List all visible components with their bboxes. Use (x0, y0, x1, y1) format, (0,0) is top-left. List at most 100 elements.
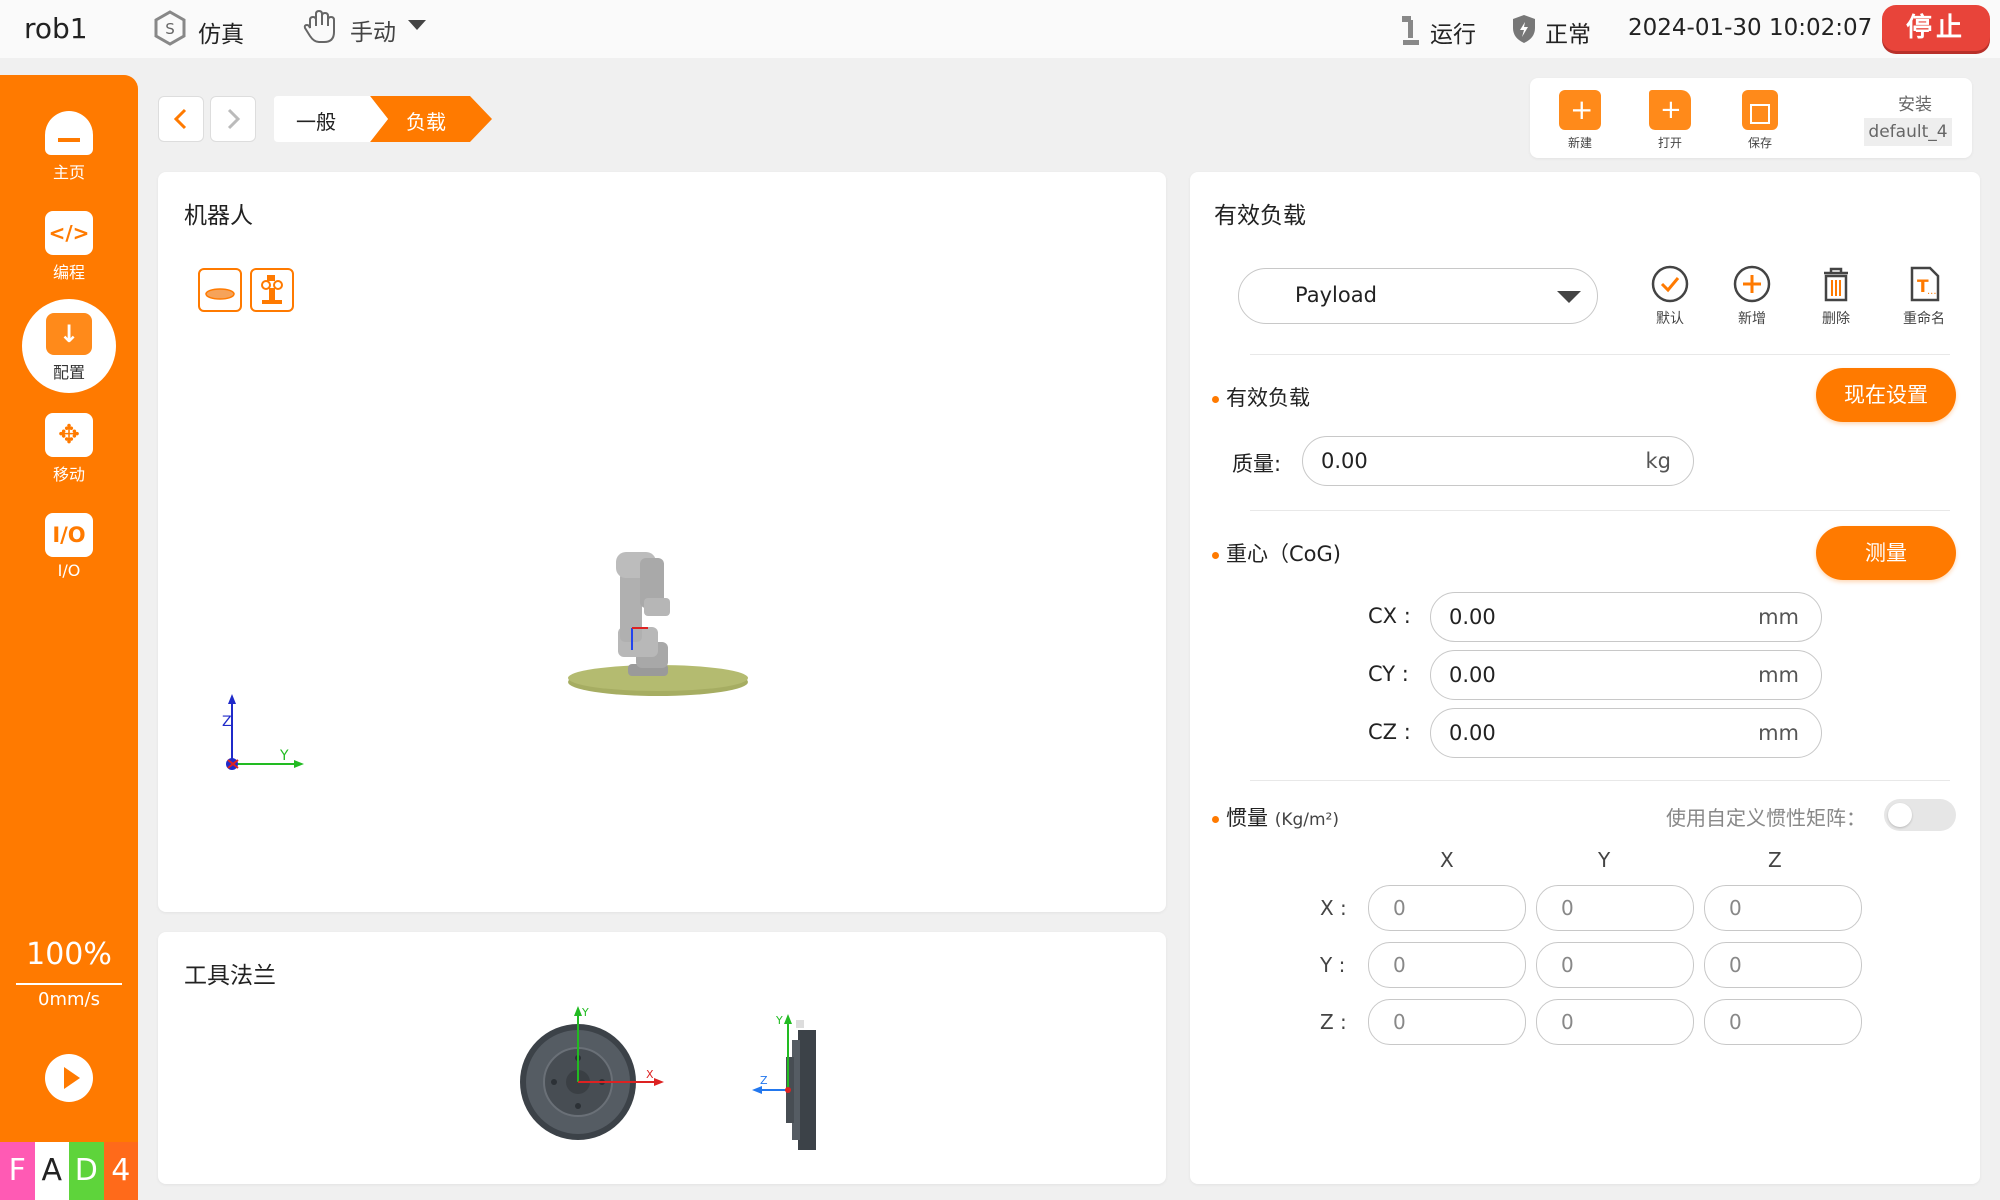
inertia-yz-field[interactable]: 0 (1704, 942, 1862, 988)
svg-text:...: ... (1927, 286, 1937, 297)
sidebar-item-move[interactable]: ✥ 移动 (0, 413, 138, 485)
sidebar-item-config[interactable]: ↓ 配置 (22, 299, 116, 393)
inertia-col-x: X (1440, 848, 1454, 872)
cx-field[interactable]: 0.00 mm (1430, 592, 1822, 642)
cz-field[interactable]: 0.00 mm (1430, 708, 1822, 758)
play-button[interactable] (45, 1054, 93, 1102)
payload-select[interactable]: Payload (1238, 268, 1598, 324)
rename-payload-button[interactable]: T... 重命名 (1886, 264, 1962, 328)
sim-mode-label[interactable]: 仿真 (198, 15, 244, 49)
inertia-value: 0 (1393, 896, 1406, 920)
delete-payload-label: 删除 (1822, 311, 1850, 327)
open-file-label: 打开 (1657, 136, 1682, 150)
breadcrumb: 一般 负载 (274, 96, 492, 142)
play-icon (64, 1067, 80, 1089)
set-default-button[interactable]: 默认 (1638, 264, 1702, 328)
save-file-button[interactable]: 保存 (1730, 90, 1790, 151)
check-circle-icon (1651, 265, 1689, 303)
delete-payload-button[interactable]: 删除 (1804, 264, 1868, 328)
cy-field[interactable]: 0.00 mm (1430, 650, 1822, 700)
open-folder-icon: + (1649, 90, 1691, 130)
breadcrumb-general[interactable]: 一般 (296, 106, 336, 135)
chevron-down-icon[interactable] (408, 20, 426, 30)
measure-button[interactable]: 测量 (1816, 526, 1956, 580)
cy-label: CY : (1368, 662, 1409, 686)
payload-section-label: 有效负载 (1226, 386, 1310, 410)
inertia-unit: (Kg/m²) (1274, 810, 1339, 830)
cz-unit: mm (1758, 721, 1799, 745)
inertia-xx-field[interactable]: 0 (1368, 885, 1526, 931)
sidebar-item-label: 主页 (52, 163, 85, 182)
brand-letter-d: D (69, 1142, 104, 1200)
inertia-zx-field[interactable]: 0 (1368, 999, 1526, 1045)
trash-icon (1824, 267, 1848, 302)
inertia-xy-field[interactable]: 0 (1536, 885, 1694, 931)
sidebar-item-home[interactable]: 主页 (0, 111, 138, 183)
back-button[interactable] (158, 96, 204, 142)
inertia-yx-field[interactable]: 0 (1368, 942, 1526, 988)
sidebar-item-program[interactable]: </> 编程 (0, 211, 138, 283)
section-bullet (1212, 815, 1219, 823)
divider (1250, 510, 1950, 511)
stop-button[interactable]: 停止 (1882, 5, 1990, 51)
brand-logo: F A D 4 (0, 1142, 138, 1200)
chevron-right-icon (227, 108, 241, 130)
inertia-value: 0 (1729, 1010, 1742, 1034)
base-view-button[interactable] (198, 268, 242, 312)
custom-matrix-label: 使用自定义惯性矩阵： (1666, 806, 1866, 830)
inertia-value: 0 (1561, 896, 1574, 920)
robot-3d-view[interactable] (558, 532, 758, 702)
inertia-yy-field[interactable]: 0 (1536, 942, 1694, 988)
set-default-label: 默认 (1656, 311, 1684, 327)
brand-letter-a: A (34, 1142, 69, 1200)
sidebar-item-io[interactable]: I/O I/O (0, 513, 138, 580)
robot-run-icon (1400, 14, 1424, 46)
toggle-knob (1888, 803, 1912, 827)
flange-panel-title: 工具法兰 (184, 963, 276, 989)
hand-icon (302, 8, 340, 46)
inertia-row-z-label: Z : (1320, 1010, 1347, 1034)
rename-payload-label: 重命名 (1903, 311, 1945, 327)
inertia-zz-field[interactable]: 0 (1704, 999, 1862, 1045)
axis-z-label: Z (222, 714, 232, 730)
mass-value: 0.00 (1321, 449, 1368, 473)
mass-field[interactable]: 0.00 kg (1302, 436, 1694, 486)
robot-view-button[interactable] (250, 268, 294, 312)
set-now-button[interactable]: 现在设置 (1816, 368, 1956, 422)
tool-flange-panel: 工具法兰 Y X Y Z (158, 932, 1166, 1184)
config-icon: ↓ (46, 313, 92, 355)
cy-value: 0.00 (1449, 663, 1496, 687)
custom-matrix-toggle[interactable] (1884, 799, 1956, 831)
payload-panel-title: 有效负载 (1214, 203, 1306, 229)
brand-letter-f: F (0, 1142, 35, 1200)
save-file-label: 保存 (1747, 136, 1772, 150)
divider (1250, 780, 1950, 781)
robot-panel-title: 机器人 (184, 203, 253, 229)
flange-axis-x: X (646, 1068, 654, 1081)
forward-button[interactable] (210, 96, 256, 142)
mass-unit: kg (1645, 449, 1672, 473)
add-payload-button[interactable]: 新增 (1720, 264, 1784, 328)
sidebar-item-label: 移动 (52, 465, 85, 484)
inertia-zy-field[interactable]: 0 (1536, 999, 1694, 1045)
new-file-button[interactable]: + 新建 (1550, 90, 1610, 151)
mass-label: 质量: (1232, 452, 1282, 476)
manual-mode-label[interactable]: 手动 (350, 13, 396, 47)
code-icon: </> (45, 211, 93, 255)
open-file-button[interactable]: + 打开 (1640, 90, 1700, 151)
install-name[interactable]: default_4 (1864, 118, 1952, 146)
add-payload-label: 新增 (1738, 311, 1766, 327)
chevron-down-icon (1557, 291, 1581, 303)
section-bullet (1212, 551, 1219, 559)
brand-letter-4: 4 (103, 1142, 138, 1200)
new-file-label: 新建 (1567, 136, 1592, 150)
shield-icon (1512, 14, 1536, 44)
home-icon (45, 111, 93, 155)
save-icon (1742, 90, 1778, 130)
speed-percent[interactable]: 100% (0, 937, 138, 972)
inertia-value: 0 (1561, 1010, 1574, 1034)
breadcrumb-payload[interactable]: 负载 (406, 106, 446, 135)
inertia-section-label: 惯量 (1226, 806, 1268, 830)
inertia-xz-field[interactable]: 0 (1704, 885, 1862, 931)
cz-label: CZ : (1368, 720, 1411, 744)
